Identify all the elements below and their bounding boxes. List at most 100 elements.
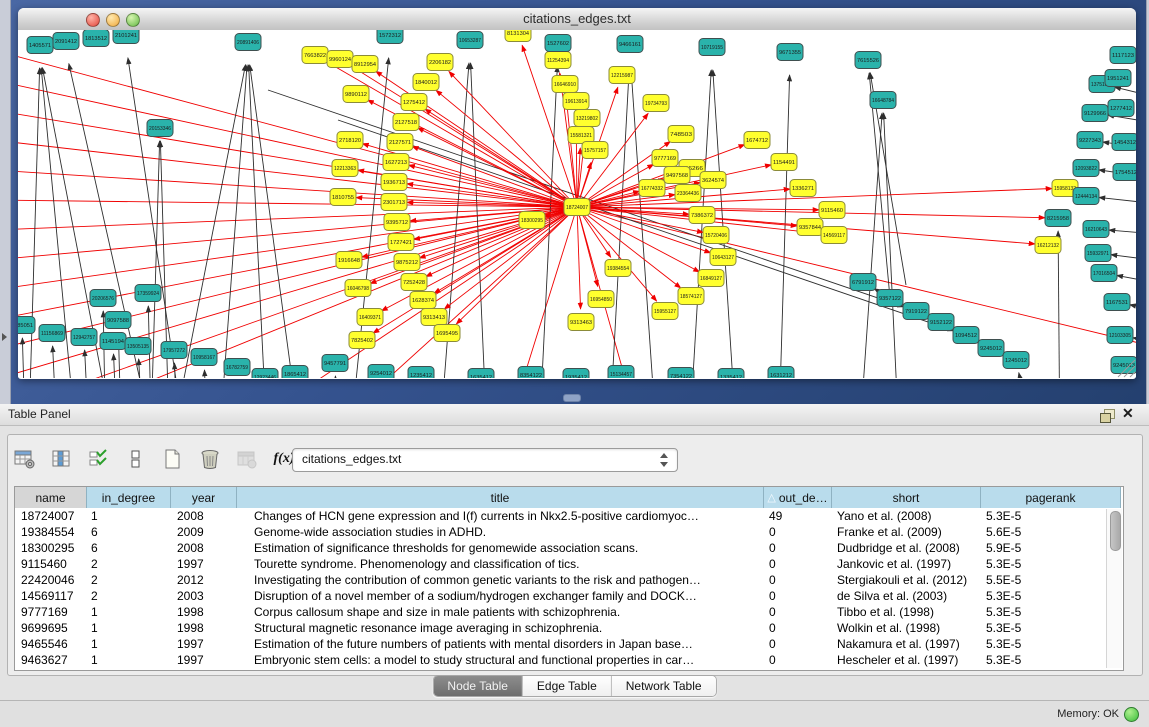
network-edge[interactable] [326,62,577,207]
network-edge[interactable] [1130,305,1136,313]
network-node[interactable]: 15720406 [703,227,729,244]
network-node[interactable]: 1674712 [744,132,770,149]
network-node[interactable]: 12103305 [1107,327,1133,344]
network-node[interactable]: 1145194 [100,333,126,350]
network-node[interactable]: 12942757 [71,329,97,346]
table-column-icon[interactable] [49,446,75,472]
column-header-in_degree[interactable]: in_degree [87,487,171,508]
network-node[interactable]: 1635412 [468,369,494,379]
network-node[interactable]: 16849127 [698,270,724,287]
column-header-short[interactable]: short [832,487,981,508]
network-node[interactable]: 16648784 [870,92,896,109]
network-edge[interactable] [18,80,577,207]
network-edge[interactable] [608,67,629,378]
network-node[interactable]: 9357122 [877,290,903,307]
network-node[interactable]: 12213363 [332,160,358,177]
network-node[interactable]: 9227343 [1077,132,1103,149]
network-node[interactable]: 1813512 [83,30,109,47]
network-node[interactable]: 9497568 [664,167,690,184]
column-header-out_de[interactable]: △out_de… [764,487,832,508]
network-node[interactable]: 9254012 [368,365,394,379]
network-node[interactable]: 23364436 [675,185,701,202]
network-node[interactable]: 1335412 [718,369,744,379]
table-row[interactable]: 911546021997Tourette syndrome. Phenomeno… [15,556,1121,572]
network-node[interactable]: 18300295 [519,212,545,229]
network-node[interactable]: 10958167 [191,349,217,366]
network-node[interactable]: 9466161 [617,36,643,53]
network-node[interactable]: 7386372 [689,207,715,224]
network-node[interactable]: 8354122 [518,367,544,379]
network-node[interactable]: 2718120 [337,132,363,149]
network-edge[interactable] [114,354,118,378]
network-node[interactable]: 19384554 [605,260,631,277]
network-node[interactable]: 1631212 [768,367,794,379]
network-node[interactable]: 15757157 [582,142,608,159]
network-node[interactable]: 9313463 [568,314,594,331]
network-node[interactable]: 7919122 [903,303,929,320]
column-header-title[interactable]: title [237,487,764,508]
control-panel-expand-arrow-icon[interactable] [2,333,7,341]
network-node[interactable]: 7825402 [349,332,375,349]
network-node[interactable]: 16774332 [639,180,665,197]
network-node[interactable]: 9890112 [343,86,369,103]
network-node[interactable]: 17359924 [135,285,161,302]
network-edge[interactable] [778,75,790,378]
network-edge[interactable] [577,207,581,309]
network-node[interactable]: 11156869 [39,325,65,342]
network-node[interactable]: 7663822 [302,47,328,64]
network-node[interactable]: 15134457 [608,366,634,379]
network-node[interactable]: 2206182 [427,54,453,71]
network-node[interactable]: 7615526 [855,52,881,69]
network-node[interactable]: 1527602 [545,35,571,52]
network-window-titlebar[interactable]: citations_edges.txt [18,8,1136,31]
network-node[interactable]: 15955127 [652,303,678,320]
network-node[interactable]: 9097588 [105,312,131,329]
network-node[interactable]: 16212132 [1035,237,1061,254]
network-node[interactable]: 1627213 [383,154,409,171]
table-row[interactable]: 1830029562008Estimation of significance … [15,540,1121,556]
network-edge[interactable] [858,113,882,378]
network-node[interactable]: 1277412 [1108,100,1134,117]
network-node[interactable]: 8912954 [352,56,378,73]
network-node[interactable]: 10643127 [710,249,736,266]
network-node[interactable]: 7252428 [401,274,427,291]
network-node[interactable]: 1865412 [282,366,308,379]
network-node[interactable]: 18724007 [564,199,590,216]
combobox-stepper-icon[interactable] [660,452,669,468]
network-node[interactable]: 1951241 [1105,70,1131,87]
network-node[interactable]: 1275412 [401,94,427,111]
network-node[interactable]: 6791912 [850,274,876,291]
network-node[interactable]: 748503 [668,126,694,143]
network-node[interactable]: 19613914 [563,93,589,110]
table-selector-combobox[interactable]: citations_edges.txt [292,448,678,472]
control-panel-collapsed-strip[interactable] [0,0,11,404]
network-node[interactable]: 1167531 [1104,294,1130,311]
network-node[interactable]: 18574127 [678,288,704,305]
network-node[interactable]: 1754512 [1113,164,1136,181]
network-edge[interactable] [1099,197,1136,205]
network-node[interactable]: 9457791 [322,355,348,372]
scrollbar-thumb[interactable] [1110,511,1121,551]
network-node[interactable]: 1235412 [408,367,434,379]
new-table-icon[interactable] [160,446,186,472]
network-node[interactable]: 9115460 [819,202,845,219]
network-edge[interactable] [22,338,26,378]
network-canvas[interactable]: 1872400722061821840012127541221275182127… [18,30,1136,378]
network-node[interactable]: 1336271 [790,180,816,197]
network-node[interactable]: 1727421 [388,234,414,251]
network-edge[interactable] [128,58,188,378]
network-node[interactable]: 9152122 [928,314,954,331]
network-node[interactable]: 1572312 [377,30,403,44]
tab-network-table[interactable]: Network Table [612,676,716,696]
network-node[interactable]: 9875212 [394,254,420,271]
network-edge[interactable] [498,207,577,378]
network-edge[interactable] [85,350,90,378]
network-node[interactable]: 20153346 [147,120,173,137]
table-row[interactable]: 977716911998Corpus callosum shape and si… [15,604,1121,620]
network-node[interactable]: 1935412 [563,369,589,379]
network-node[interactable]: 1117123 [1110,47,1136,64]
column-header-pagerank[interactable]: pagerank [981,487,1121,508]
network-node[interactable]: 9357844 [797,219,823,236]
table-row[interactable]: 946362711997Embryonic stem cells: a mode… [15,652,1121,668]
network-node[interactable]: 12444134 [1073,188,1099,205]
